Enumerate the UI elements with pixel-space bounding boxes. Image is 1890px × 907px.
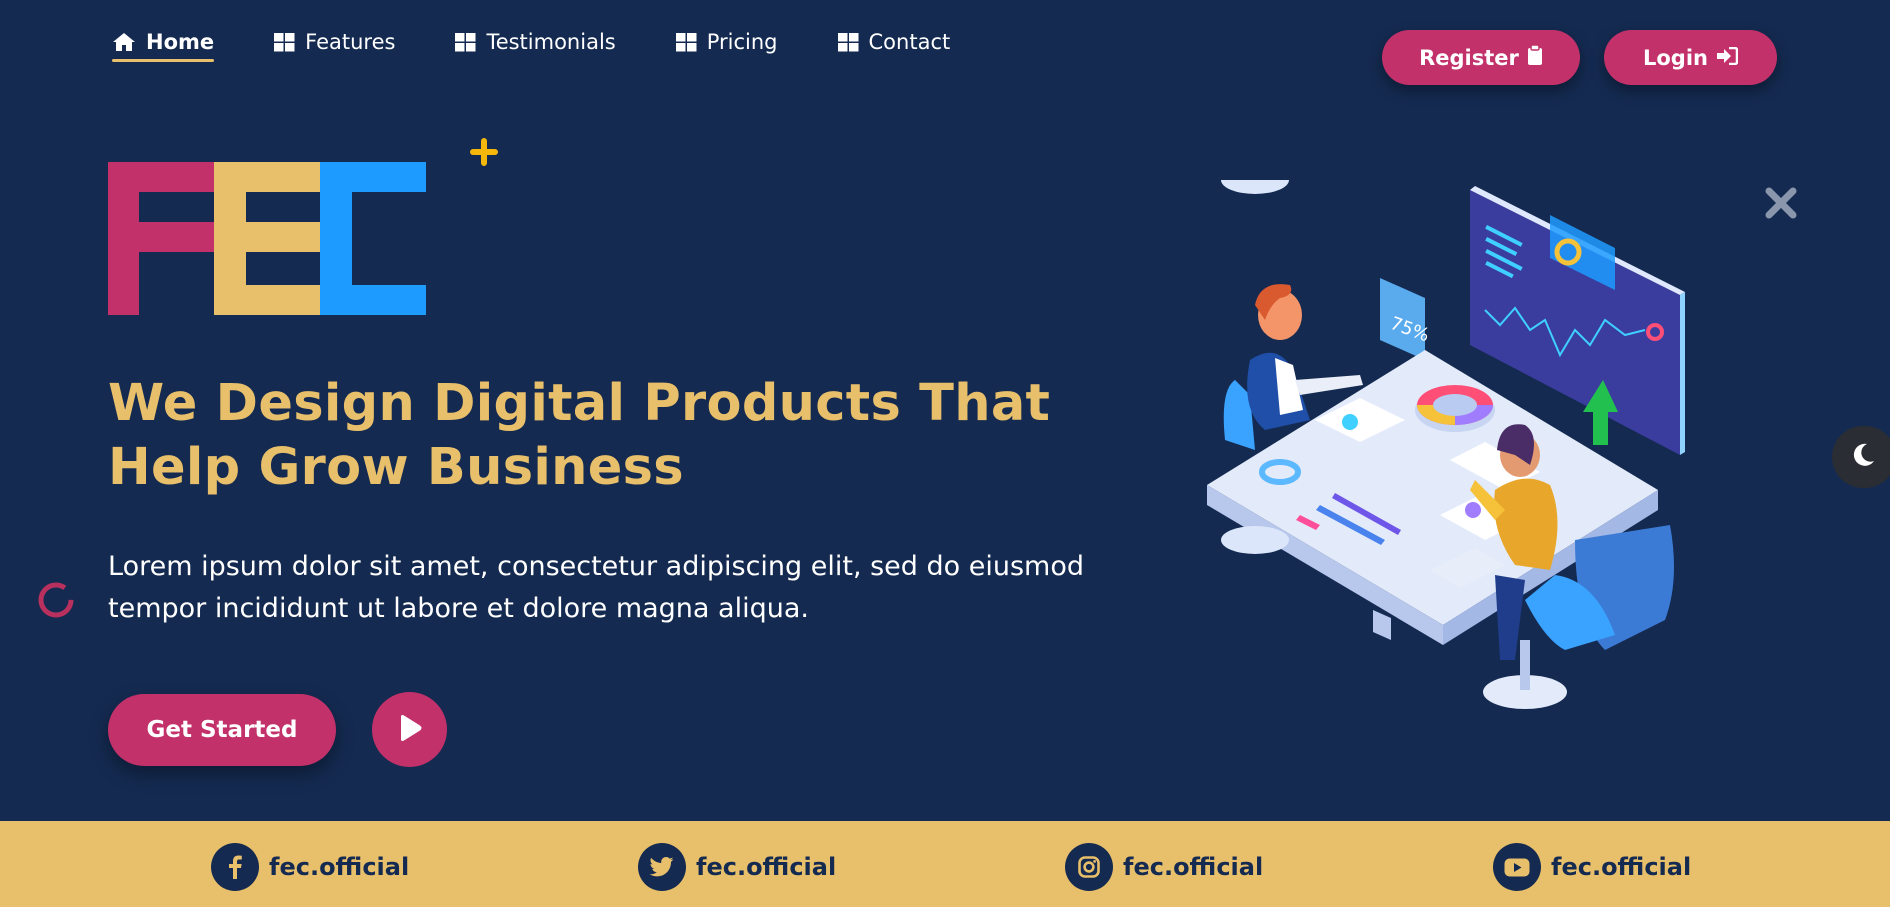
x-decoration-icon	[1764, 186, 1798, 224]
instagram-icon	[1065, 843, 1113, 891]
grid-icon	[274, 32, 295, 52]
plus-decoration-icon	[468, 136, 500, 172]
facebook-icon	[211, 843, 259, 891]
hero-headline: We Design Digital Products That Help Gro…	[108, 374, 1051, 497]
moon-icon	[1850, 442, 1876, 472]
grid-icon	[455, 32, 476, 52]
dark-mode-toggle[interactable]	[1832, 426, 1890, 488]
nav-item-label: Pricing	[706, 30, 778, 54]
nav-item-home[interactable]: Home	[112, 30, 215, 62]
cta-row: Get Started	[108, 692, 447, 767]
clipboard-icon	[1527, 44, 1543, 70]
play-video-button[interactable]	[372, 692, 447, 767]
nav-item-contact[interactable]: Contact	[837, 30, 951, 62]
nav-item-label: Home	[146, 30, 215, 54]
nav-item-testimonials[interactable]: Testimonials	[455, 30, 616, 62]
nav-item-label: Contact	[868, 30, 951, 54]
hero-illustration: 75%	[1195, 166, 1695, 744]
brand-logo	[108, 162, 426, 319]
nav-item-label: Features	[305, 30, 396, 54]
nav-item-pricing[interactable]: Pricing	[675, 30, 778, 62]
social-handle: fec.official	[1551, 853, 1692, 881]
login-label: Login	[1643, 45, 1708, 70]
nav-item-features[interactable]: Features	[274, 30, 395, 62]
twitter-icon	[638, 843, 686, 891]
social-link-twitter[interactable]: fec.official	[638, 843, 836, 891]
sign-in-icon	[1716, 46, 1739, 70]
social-footer: fec.official fec.official fec.official f…	[0, 821, 1890, 907]
social-handle: fec.official	[1123, 853, 1264, 881]
nav-item-label: Testimonials	[486, 30, 616, 54]
social-handle: fec.official	[696, 853, 837, 881]
play-icon	[397, 714, 423, 745]
main-nav: Home Features Testimonials Pricing Conta…	[112, 30, 950, 62]
ring-decoration-icon	[36, 580, 76, 624]
register-button[interactable]: Register	[1382, 30, 1580, 85]
youtube-icon	[1493, 843, 1541, 891]
hero-subtext: Lorem ipsum dolor sit amet, consectetur …	[108, 551, 1085, 624]
home-icon	[112, 32, 136, 52]
grid-icon	[837, 32, 859, 52]
auth-buttons: Register Login	[1382, 30, 1777, 85]
social-link-facebook[interactable]: fec.official	[211, 843, 409, 891]
login-button[interactable]: Login	[1604, 30, 1777, 85]
get-started-button[interactable]: Get Started	[108, 693, 336, 766]
register-label: Register	[1419, 45, 1519, 70]
grid-icon	[675, 32, 697, 52]
social-handle: fec.official	[269, 853, 410, 881]
social-link-youtube[interactable]: fec.official	[1493, 843, 1691, 891]
social-link-instagram[interactable]: fec.official	[1065, 843, 1263, 891]
